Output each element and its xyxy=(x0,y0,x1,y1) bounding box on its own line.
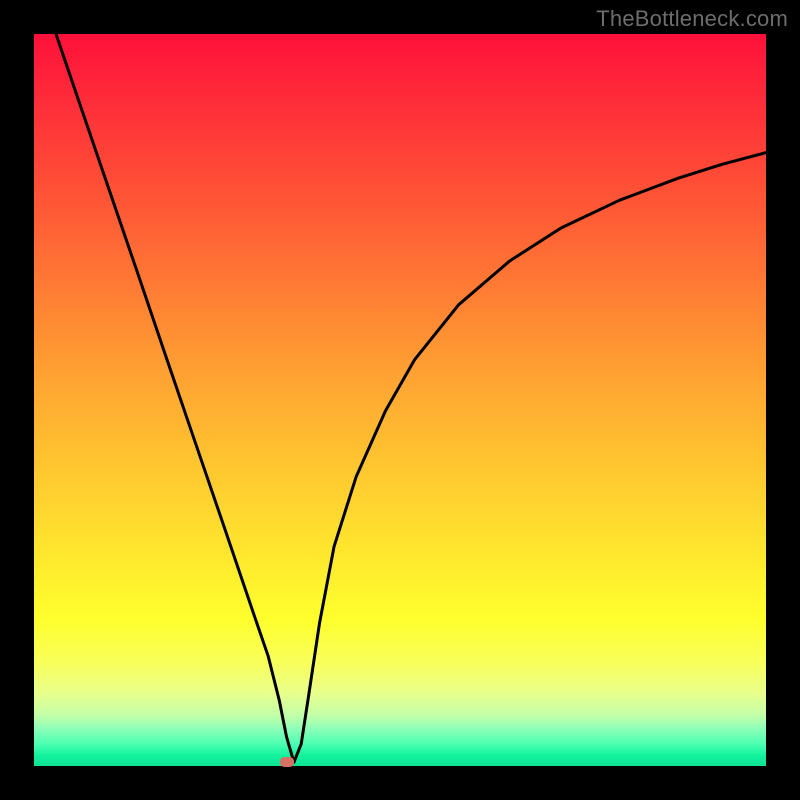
bottleneck-curve xyxy=(56,34,766,762)
plot-area xyxy=(34,34,766,766)
curve-svg xyxy=(34,34,766,766)
chart-frame: TheBottleneck.com xyxy=(0,0,800,800)
watermark-text: TheBottleneck.com xyxy=(596,6,788,32)
optimal-point-marker xyxy=(280,757,294,767)
